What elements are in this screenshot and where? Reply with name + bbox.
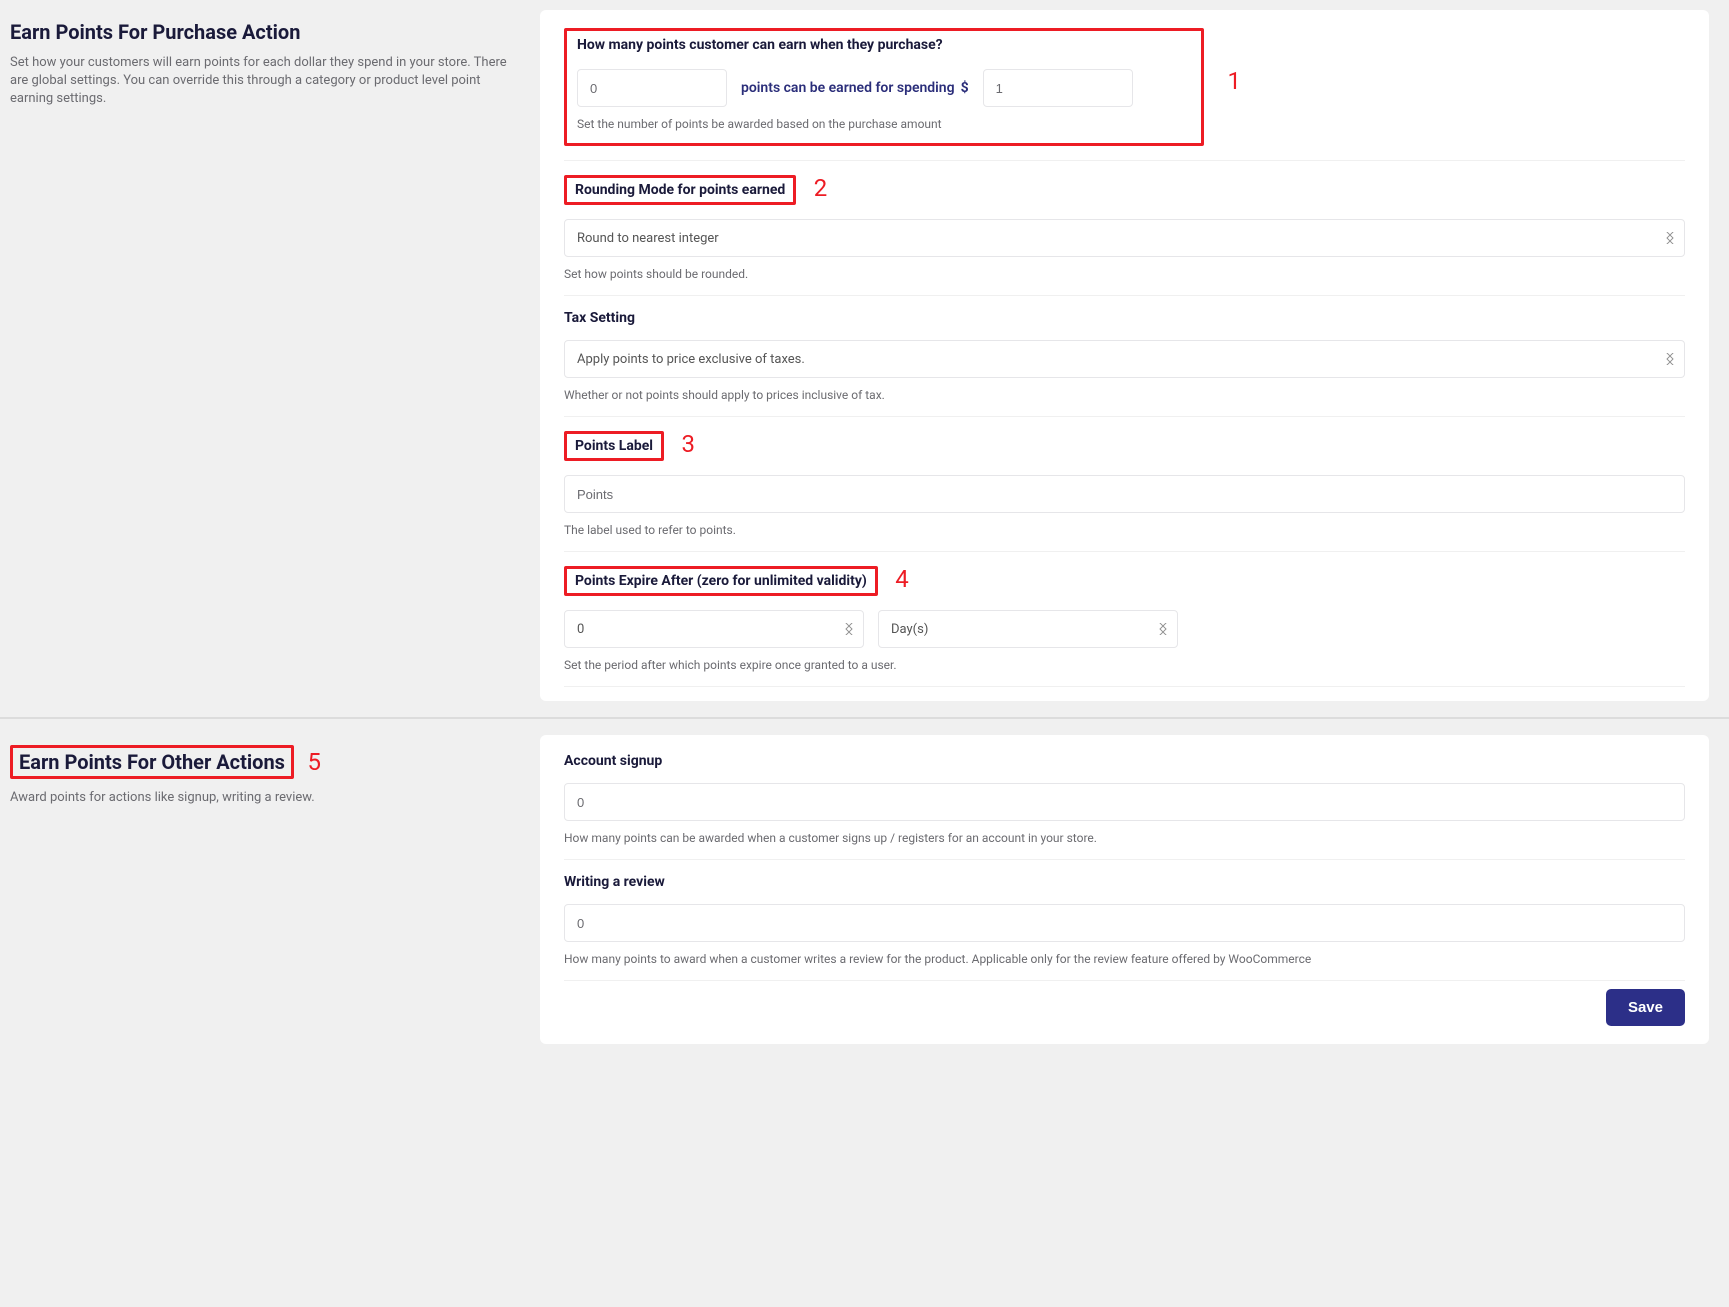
annotation-number-4: 4 — [895, 565, 909, 593]
expire-amount-select[interactable]: 0 — [564, 610, 864, 648]
how-many-title: How many points customer can earn when t… — [577, 37, 943, 53]
annotation-box-1: 1 How many points customer can earn when… — [564, 28, 1204, 146]
tax-help: Whether or not points should apply to pr… — [564, 388, 1685, 402]
tax-select[interactable]: Apply points to price exclusive of taxes… — [564, 340, 1685, 378]
annotation-number-5: 5 — [307, 748, 321, 776]
signup-help: How many points can be awarded when a cu… — [564, 831, 1685, 845]
rounding-title: Rounding Mode for points earned — [575, 182, 785, 198]
points-spend-label: points can be earned for spending$ — [741, 80, 969, 96]
section-divider — [0, 717, 1729, 719]
other-desc: Award points for actions like signup, wr… — [10, 789, 510, 807]
expire-unit-select[interactable]: Day(s) — [878, 610, 1178, 648]
rounding-select[interactable]: Round to nearest integer — [564, 219, 1685, 257]
other-heading: Earn Points For Other Actions — [19, 750, 285, 774]
points-label-input[interactable] — [564, 475, 1685, 513]
how-many-help: Set the number of points be awarded base… — [577, 117, 1191, 131]
annotation-number-3: 3 — [682, 430, 696, 458]
purchase-desc: Set how your customers will earn points … — [10, 54, 510, 109]
annotation-box-2: Rounding Mode for points earned 2 — [564, 175, 796, 205]
review-help: How many points to award when a customer… — [564, 952, 1685, 966]
review-points-input[interactable] — [564, 904, 1685, 942]
points-earned-input[interactable] — [577, 69, 727, 107]
rounding-help: Set how points should be rounded. — [564, 267, 1685, 281]
annotation-box-5: Earn Points For Other Actions 5 — [10, 745, 294, 779]
label-title: Points Label — [575, 438, 653, 454]
expire-title: Points Expire After (zero for unlimited … — [575, 573, 867, 589]
expire-help: Set the period after which points expire… — [564, 658, 1685, 672]
signup-title: Account signup — [564, 753, 662, 769]
review-title: Writing a review — [564, 874, 665, 890]
save-button[interactable]: Save — [1606, 989, 1685, 1026]
annotation-number-1: 1 — [1228, 67, 1242, 95]
label-help: The label used to refer to points. — [564, 523, 1685, 537]
annotation-number-2: 2 — [814, 174, 828, 202]
annotation-box-3: Points Label 3 — [564, 431, 664, 461]
tax-title: Tax Setting — [564, 310, 635, 326]
annotation-box-4: Points Expire After (zero for unlimited … — [564, 566, 878, 596]
spend-amount-input[interactable] — [983, 69, 1133, 107]
signup-points-input[interactable] — [564, 783, 1685, 821]
purchase-heading: Earn Points For Purchase Action — [10, 20, 510, 44]
